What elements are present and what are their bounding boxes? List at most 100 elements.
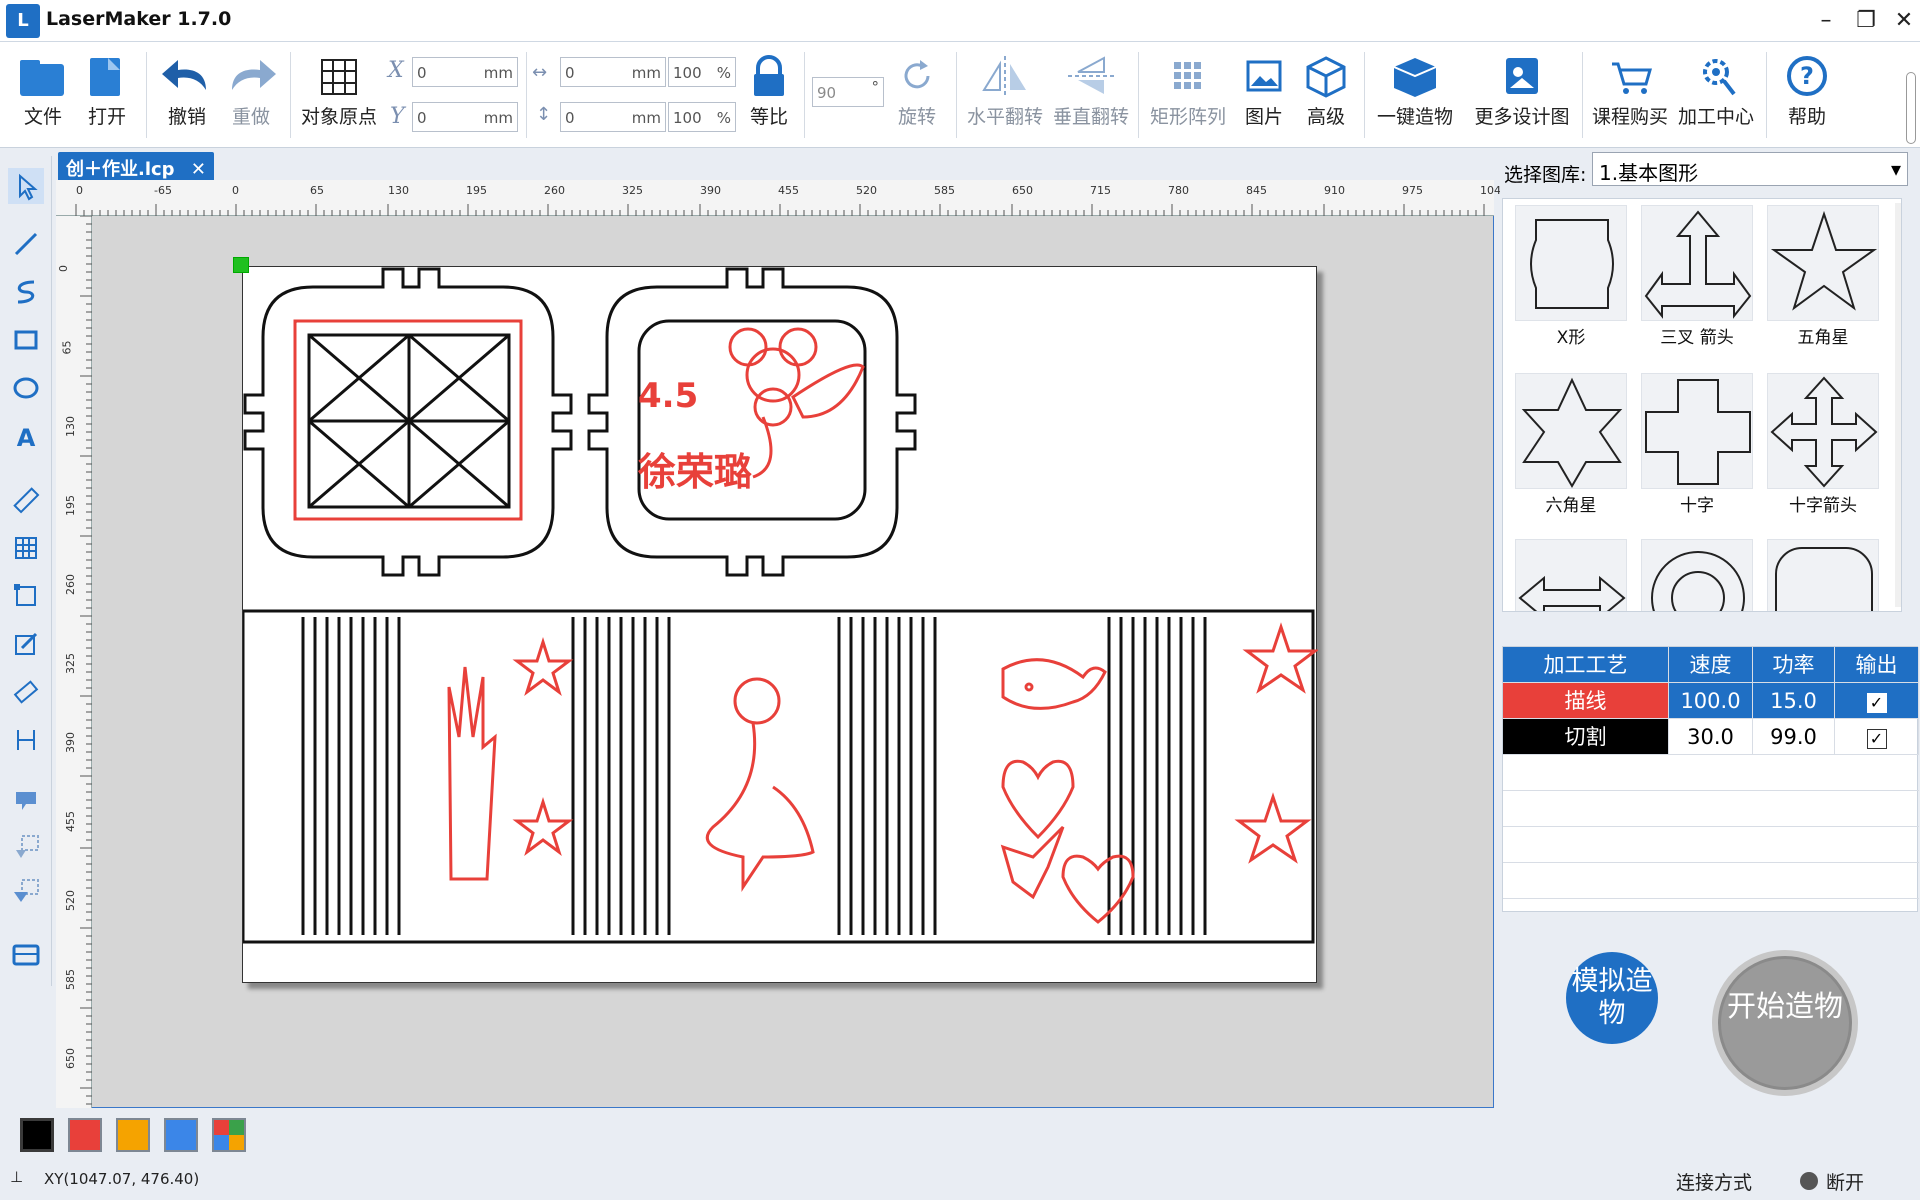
row-cut-speed[interactable]: 30.0	[1669, 719, 1753, 755]
shape-rounded-square[interactable]	[1767, 539, 1879, 611]
eraser-tool-icon[interactable]	[8, 674, 44, 710]
close-window-button[interactable]: ✕	[1886, 6, 1920, 36]
five-star-icon	[1770, 210, 1878, 311]
origin-marker[interactable]	[233, 257, 249, 273]
status-bar: ⊥ XY(1047.07, 476.40) 连接方式 断开	[0, 1160, 1920, 1200]
shape-cross[interactable]	[1641, 373, 1753, 489]
row-cut-name[interactable]: 切割	[1503, 719, 1669, 755]
lock-icon	[754, 55, 784, 96]
angle-value: 90	[817, 84, 837, 102]
shape-tri-arrow[interactable]	[1641, 205, 1753, 321]
shape-double-arrow[interactable]	[1515, 539, 1627, 611]
shape-cross-arrow[interactable]	[1767, 373, 1879, 489]
width-input[interactable]: 0 mm	[560, 57, 666, 87]
shape-five-star[interactable]	[1767, 205, 1879, 321]
rotate-icon	[904, 60, 930, 89]
engrave-output-checkbox[interactable]: ✓	[1866, 693, 1887, 713]
y-position-input[interactable]: 0 mm	[412, 102, 518, 132]
cross-icon	[1645, 379, 1751, 485]
color-swatch-orange[interactable]	[116, 1118, 150, 1152]
simulate-button[interactable]: 模拟造物	[1566, 952, 1658, 1044]
color-swatch-red[interactable]	[68, 1118, 102, 1152]
purchase-button[interactable]: 课程购买	[1588, 50, 1672, 142]
horizontal-ruler: 0 -65 0 65 130 195 260 325 390 455 520 585 650 715 780…	[56, 180, 1501, 216]
start-button[interactable]: 开始造物	[1712, 950, 1858, 1096]
toolbar-scrollbar[interactable]	[1906, 72, 1916, 144]
advanced-button[interactable]: 高级	[1296, 50, 1356, 142]
library-select[interactable]: 1.基本图形 ▾	[1592, 152, 1908, 186]
rect-array-button[interactable]: 矩形阵列	[1146, 50, 1230, 142]
marquee-fill-tool-icon[interactable]	[8, 874, 44, 910]
vertical-flip-button[interactable]: 垂直翻转	[1048, 50, 1134, 142]
work-paper[interactable]: 4.5 徐荣璐	[233, 257, 1320, 983]
frame-tool-icon[interactable]	[8, 578, 44, 614]
close-tab-icon[interactable]: ✕	[191, 159, 206, 180]
shape-label: 六角星	[1545, 496, 1597, 516]
more-designs-button[interactable]: 更多设计图	[1470, 50, 1574, 142]
open-label: 打开	[87, 106, 126, 128]
x-axis-label: X	[388, 58, 404, 83]
ring-icon	[1651, 551, 1745, 611]
shape-scrollbar[interactable]	[1895, 203, 1901, 607]
swatch-black-fill	[23, 1121, 51, 1149]
line-tool-icon[interactable]	[8, 226, 44, 262]
lock-ratio-button[interactable]: 等比	[740, 50, 798, 142]
row-engrave-output[interactable]: ✓	[1835, 683, 1919, 719]
measure-tool-icon[interactable]	[8, 722, 44, 758]
width-arrows-icon: ↔	[532, 62, 548, 83]
row-engrave-speed[interactable]: 100.0	[1669, 683, 1753, 719]
toolbox-icon[interactable]	[8, 936, 44, 972]
empty-row	[1503, 863, 1919, 899]
row-cut-power[interactable]: 99.0	[1753, 719, 1835, 755]
height-percent-input[interactable]: 100%	[668, 102, 736, 132]
minimize-button[interactable]: –	[1808, 6, 1844, 36]
shape-six-star[interactable]	[1515, 373, 1627, 489]
marquee-tool-icon[interactable]	[8, 830, 44, 866]
color-swatch-black[interactable]	[20, 1118, 54, 1152]
redo-button[interactable]: 重做	[220, 50, 282, 142]
color-swatch-blue[interactable]	[164, 1118, 198, 1152]
help-button[interactable]: ? 帮助	[1772, 50, 1842, 142]
height-input[interactable]: 0 mm	[560, 102, 666, 132]
hflip-label: 水平翻转	[966, 106, 1043, 128]
shape-ring[interactable]	[1641, 539, 1753, 611]
file-button[interactable]: 文件	[14, 50, 72, 142]
connection-state[interactable]: 断开	[1826, 1168, 1864, 1195]
restore-button[interactable]: ❐	[1848, 6, 1884, 36]
window-title: LaserMaker 1.7.0	[46, 8, 232, 30]
table-tool-icon[interactable]	[8, 530, 44, 566]
rotate-button[interactable]: 旋转	[886, 50, 948, 142]
text-tool-icon[interactable]: A	[8, 418, 44, 454]
select-tool-icon[interactable]	[8, 168, 44, 204]
main-toolbar: 文件 打开 撤销 重做 对象原点 X Y 0 mm 0 mm ↔ ↕ 0 mm 0 mm…	[0, 42, 1920, 148]
one-click-make-button[interactable]: 一键造物	[1372, 50, 1458, 142]
color-swatch-multi[interactable]	[212, 1118, 246, 1152]
width-percent-input[interactable]: 100%	[668, 57, 736, 87]
edit-tool-icon[interactable]	[8, 626, 44, 662]
rotate-label: 旋转	[897, 106, 936, 128]
rectangle-tool-icon[interactable]	[8, 322, 44, 358]
undo-button[interactable]: 撤销	[156, 50, 218, 142]
grid-origin-icon	[321, 59, 357, 95]
ellipse-tool-icon[interactable]	[8, 370, 44, 406]
horizontal-flip-button[interactable]: 水平翻转	[962, 50, 1048, 142]
x-position-input[interactable]: 0 mm	[412, 57, 518, 87]
row-cut-output[interactable]: ✓	[1835, 719, 1919, 755]
row-engrave-name[interactable]: 描线	[1503, 683, 1669, 719]
object-origin-button[interactable]: 对象原点	[298, 50, 380, 142]
curve-tool-icon[interactable]	[8, 274, 44, 310]
gear-wrench-icon	[1703, 59, 1736, 96]
header-output: 输出	[1835, 647, 1919, 683]
row-engrave-power[interactable]: 15.0	[1753, 683, 1835, 719]
angle-input[interactable]: 90 °	[812, 77, 884, 107]
shape-x-form[interactable]	[1515, 205, 1627, 321]
document-tab[interactable]: 创＋作业.lcp ✕	[58, 152, 214, 180]
process-center-button[interactable]: 加工中心	[1672, 50, 1760, 142]
ruler-tool-icon[interactable]	[8, 482, 44, 518]
cut-output-checkbox[interactable]: ✓	[1866, 729, 1887, 749]
width-value: 0	[565, 64, 575, 82]
x-unit: mm	[483, 64, 513, 82]
open-button[interactable]: 打开	[78, 50, 136, 142]
fill-tool-icon[interactable]	[8, 782, 44, 818]
image-button[interactable]: 图片	[1236, 50, 1292, 142]
